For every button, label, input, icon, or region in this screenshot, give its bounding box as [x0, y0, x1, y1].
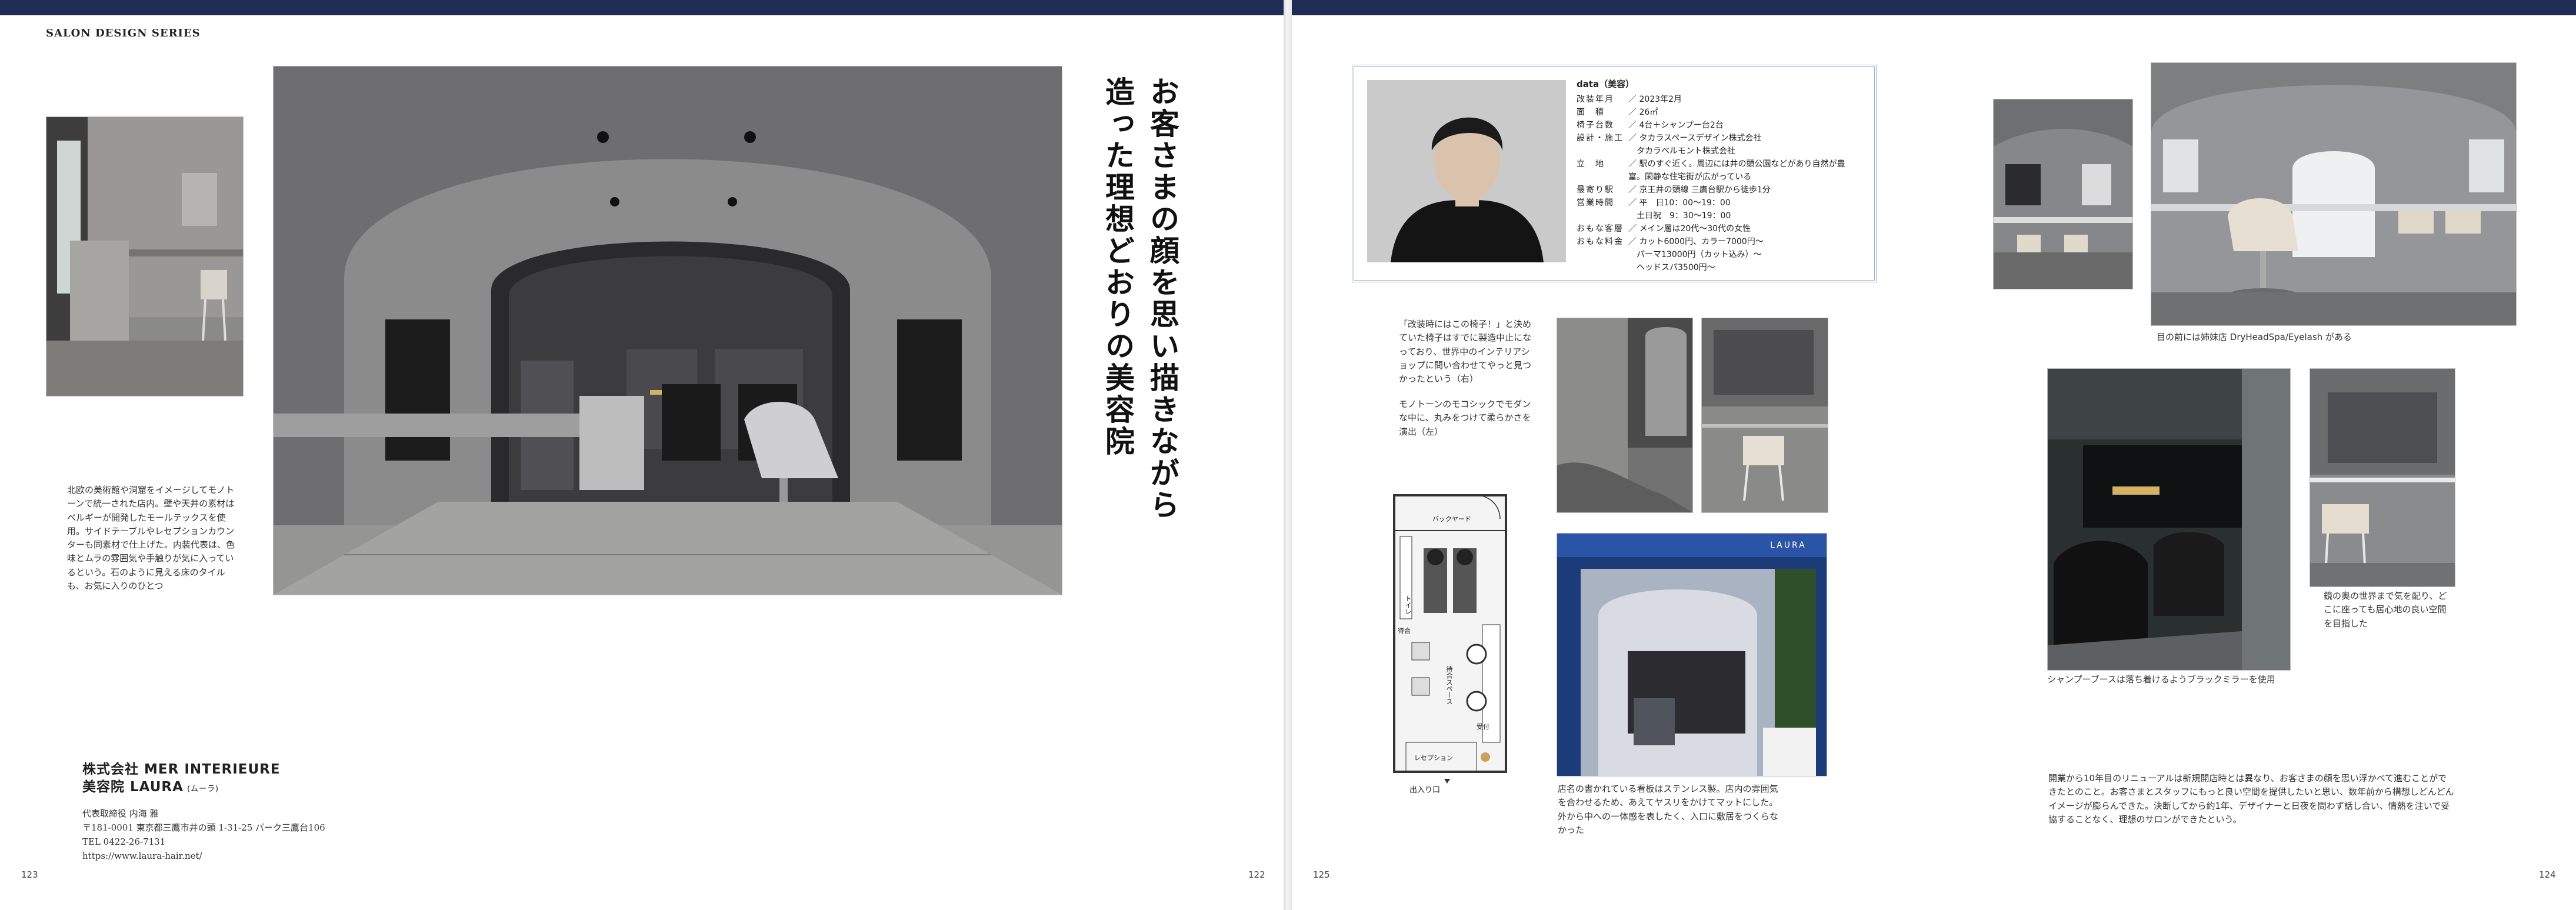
data-title: data（美容）: [1577, 79, 1635, 89]
data-value: ／ 26㎡: [1628, 108, 1658, 117]
salon-data: data（美容） 改装年月 ／ 2023年2月 面 積 ／ 26㎡ 椅子台数 ／ 4台…: [1577, 78, 1853, 274]
caption-shampoo: シャンプーブースは落ち着けるようブラックミラーを使用: [2047, 674, 2275, 685]
counter-photo-image: [46, 117, 243, 396]
photo-mirror-station: [1557, 318, 1693, 513]
main-interior-photo: [273, 66, 1062, 595]
telephone: TEL 0422-26-7131: [82, 836, 166, 847]
top-bar-right: [1292, 0, 2576, 15]
data-value: ／ 平 日10：00～19：00 土日祝 9：30～19：00: [1628, 198, 1731, 221]
headline: お客さまの顔を思い描きながら 造った理想どおりの美容院: [1095, 76, 1185, 521]
data-value: ／ メイン層は20代～30代の女性: [1628, 224, 1751, 234]
thumbnail-photo-counter: [46, 116, 244, 396]
data-key: 最寄り駅: [1577, 185, 1614, 195]
chair-image: [1702, 318, 1828, 512]
data-value: ／ カット6000円、カラー7000円～ パーマ13000円（カット込み）～ ヘ…: [1628, 237, 1764, 272]
corridor-small-image: [1994, 99, 2132, 289]
floor-label-backyard: バックヤード: [1432, 515, 1471, 523]
data-row: 設計・施工 ／ タカラスペースデザイン株式会社 タカラベルモント株式会社: [1577, 132, 1853, 158]
data-row: 改装年月 ／ 2023年2月: [1577, 93, 1853, 106]
spine-gutter: [1284, 0, 1292, 910]
photo-shampoo-booth: [2047, 368, 2291, 671]
salon-credit: 株式会社 MER INTERIEURE 美容院 LAURA (ムーラ) 代表取締役…: [82, 761, 325, 863]
mirror-station-image: [1557, 318, 1692, 512]
salon-name-row: 美容院 LAURA (ムーラ): [82, 778, 325, 798]
website-url[interactable]: https://www.laura-hair.net/: [82, 849, 325, 863]
floor-label-reception: レセプション: [1414, 754, 1453, 762]
floor-label-toilet: トイレ: [1404, 595, 1412, 615]
page-number-122: 122: [1248, 869, 1265, 880]
mirror-depth-image: [2310, 369, 2455, 586]
photo-corridor-small: [1993, 99, 2133, 289]
page-number-124: 124: [2539, 869, 2556, 880]
data-row: 営業時間 ／ 平 日10：00～19：00 土日祝 9：30～19：00: [1577, 196, 1853, 222]
data-key: おもな客層: [1577, 224, 1624, 234]
floor-label-entrance: 出入り口: [1409, 786, 1441, 795]
main-interior-image: [274, 66, 1062, 595]
data-key: 面 積: [1577, 108, 1605, 117]
caption-storefront-sign: 店名の書かれている看板はステンレス製。店内の雰囲気を合わせるため、あえてヤスリを…: [1558, 784, 1779, 835]
photo-chair: [1701, 318, 1828, 513]
data-card: data（美容） 改装年月 ／ 2023年2月 面 積 ／ 26㎡ 椅子台数 ／ 4台…: [1352, 65, 1877, 282]
headline-line-1: お客さまの顔を思い描きながら: [1145, 76, 1180, 521]
data-value: ／ タカラスペースデザイン株式会社 タカラベルモント株式会社: [1628, 134, 1762, 156]
floor-plan-diagram: [1393, 494, 1507, 784]
data-value: ／ 2023年2月: [1628, 95, 1682, 104]
left-page: SALON DESIGN SERIES 北欧の美術館や洞窟をイメージしてモノトー…: [0, 0, 1284, 910]
shampoo-booth-image: [2048, 369, 2290, 670]
left-caption: 北欧の美術館や洞窟をイメージしてモノトーンで統一された店内。壁や天井の素材はベル…: [67, 485, 235, 591]
data-row: 面 積 ／ 26㎡: [1577, 106, 1853, 119]
photo-storefront: LAURA: [1557, 533, 1827, 776]
caption-monotone: モノトーンのモコシックでモダンな中に、丸みをつけて柔らかさを演出（左）: [1399, 399, 1531, 437]
floor-label-waiting-space: 待合スペース: [1445, 666, 1453, 705]
top-bar: [0, 0, 1284, 15]
caption-story: 開業から10年目のリニューアルは新規開店時とは異なり、お客さまの顔を思い浮かべて…: [2048, 773, 2454, 825]
storefront-sign: LAURA: [1770, 541, 1807, 550]
data-row: 立 地 ／ 駅のすぐ近く。周辺には井の頭公園などがあり自然が豊富。閑静な住宅街が広…: [1577, 158, 1853, 184]
data-value: ／ 駅のすぐ近く。周辺には井の頭公園などがあり自然が豊富。閑静な住宅街が広がって…: [1628, 159, 1845, 182]
photo-corridor-large: [2151, 62, 2517, 326]
salon-kana: (ムーラ): [186, 785, 219, 794]
data-row: おもな客層 ／ メイン層は20代～30代の女性: [1577, 222, 1853, 235]
data-value: ／ 京王井の頭線 三鷹台駅から徒歩1分: [1628, 185, 1771, 195]
caption-chair: 「改装時にはこの椅子！」と決めていた椅子はすでに製造中止になっており、世界中のイ…: [1399, 319, 1532, 384]
data-key: 営業時間: [1577, 198, 1614, 208]
data-row: 椅子台数 ／ 4台＋シャンプー台2台: [1577, 119, 1853, 132]
page-number-125: 125: [1313, 869, 1330, 880]
floor-plan: バックヤード 待合 待合スペース 受付 レセプション トイレ 出入り口: [1388, 489, 1541, 795]
caption-mirror: 鏡の奥の世界まで気を配り、どこに座っても居心地の良い空間を目指した: [2324, 591, 2447, 629]
floor-label-reception-desk: 受付: [1477, 723, 1489, 731]
data-key: おもな料金: [1577, 237, 1624, 246]
series-title: SALON DESIGN SERIES: [46, 27, 201, 39]
address: 〒181-0001 東京都三鷹市井の頭 1-31-25 パーク三鷹台106: [82, 822, 325, 833]
data-key: 設計・施工: [1577, 134, 1624, 143]
data-row: おもな料金 ／ カット6000円、カラー7000円～ パーマ13000円（カット込…: [1577, 235, 1853, 274]
representative: 代表取締役 内海 雅: [82, 808, 159, 819]
data-row: 最寄り駅 ／ 京王井の頭線 三鷹台駅から徒歩1分: [1577, 184, 1853, 196]
photo-mirror-depth: [2310, 368, 2455, 587]
data-value: ／ 4台＋シャンプー台2台: [1628, 121, 1724, 130]
floor-label-waiting: 待合: [1398, 627, 1411, 635]
data-key: 立 地: [1577, 159, 1605, 169]
caption-eyelash: 目の前には姉妹店 DryHeadSpa/Eyelash がある: [2157, 332, 2352, 342]
storefront-image: [1557, 534, 1827, 776]
salon-name: 美容院 LAURA: [82, 779, 184, 795]
owner-portrait: [1367, 80, 1566, 262]
corridor-large-image: [2151, 63, 2516, 325]
headline-line-2: 造った理想どおりの美容院: [1101, 76, 1135, 458]
data-key: 椅子台数: [1577, 121, 1614, 130]
company-name: 株式会社 MER INTERIEURE: [82, 762, 281, 777]
owner-portrait-image: [1367, 80, 1566, 262]
data-key: 改装年月: [1577, 95, 1614, 104]
page-number-123: 123: [21, 869, 38, 880]
